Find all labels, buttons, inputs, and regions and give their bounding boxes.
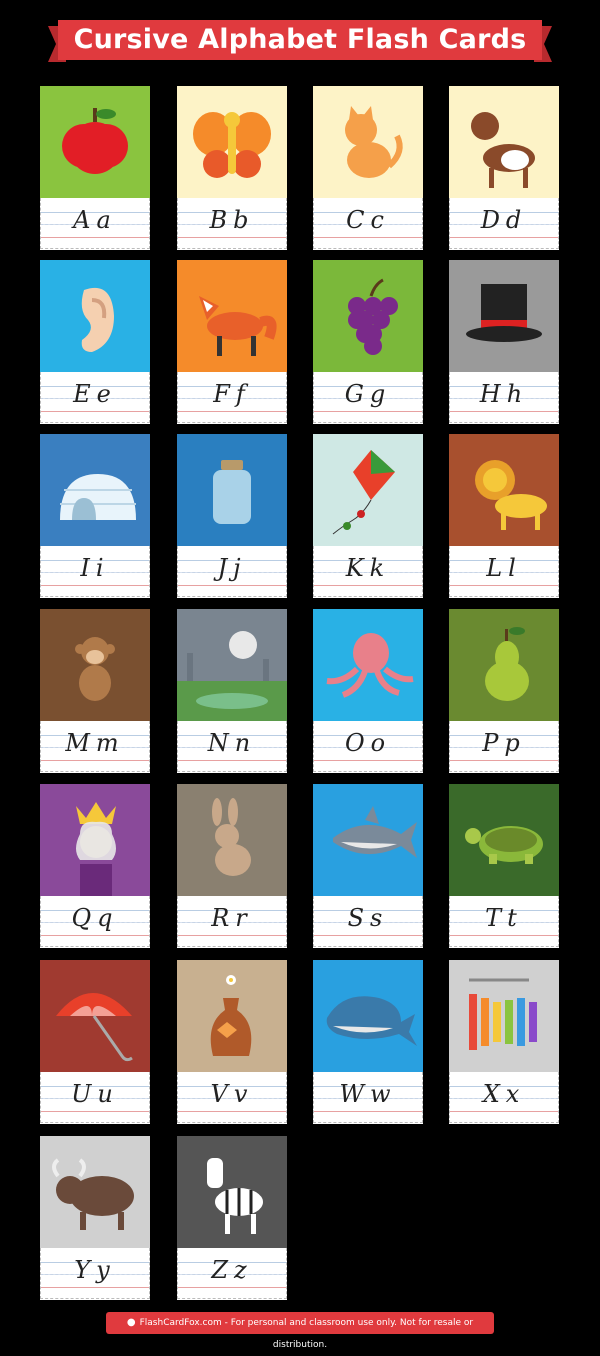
zebra-icon <box>177 1136 287 1248</box>
flash-card-x: Xx <box>449 960 559 1124</box>
rabbit-icon <box>177 784 287 896</box>
flash-card-r: Rr <box>177 784 287 948</box>
cursive-letter: Ii <box>80 554 110 582</box>
ear-icon <box>40 260 150 372</box>
cursive-letter: Kk <box>345 554 391 582</box>
flash-card-o: Oo <box>313 609 423 773</box>
page-title: Cursive Alphabet Flash Cards <box>73 24 527 55</box>
vase-icon <box>177 960 287 1072</box>
cursive-letter: Tt <box>485 904 523 932</box>
cursive-letter: Vv <box>210 1080 254 1108</box>
flash-card-a: Aa <box>40 86 150 250</box>
cursive-letter: Ww <box>339 1080 397 1108</box>
umbrella-icon <box>40 960 150 1072</box>
flash-card-z: Zz <box>177 1136 287 1300</box>
monkey-icon <box>40 609 150 721</box>
cursive-letter: Pp <box>482 729 526 757</box>
kite-icon <box>313 434 423 546</box>
cursive-letter: Yy <box>74 1256 116 1284</box>
cursive-letter: Rr <box>211 904 253 932</box>
cursive-letter: Ss <box>347 904 389 932</box>
cursive-letter: Jj <box>217 554 247 582</box>
flash-card-d: Dd <box>449 86 559 250</box>
cursive-letter: Bb <box>209 206 255 234</box>
cursive-letter: Ff <box>213 380 251 408</box>
flash-card-w: Ww <box>313 960 423 1124</box>
cursive-letter: Oo <box>344 729 392 757</box>
cursive-letter: Nn <box>207 729 257 757</box>
flash-card-g: Gg <box>313 260 423 424</box>
jar-icon <box>177 434 287 546</box>
title-banner: Cursive Alphabet Flash Cards <box>48 18 552 66</box>
cursive-letter: Mm <box>65 729 125 757</box>
flash-card-p: Pp <box>449 609 559 773</box>
fox-icon <box>177 260 287 372</box>
flash-card-h: Hh <box>449 260 559 424</box>
night-icon <box>177 609 287 721</box>
flash-card-q: Qq <box>40 784 150 948</box>
cursive-letter: Ee <box>73 380 117 408</box>
flash-card-y: Yy <box>40 1136 150 1300</box>
cursive-letter: Gg <box>344 380 392 408</box>
flash-card-k: Kk <box>313 434 423 598</box>
paw-icon: ● <box>126 1317 136 1328</box>
cursive-letter: Aa <box>73 206 117 234</box>
butterfly-icon <box>177 86 287 198</box>
grapes-icon <box>313 260 423 372</box>
whale-icon <box>313 960 423 1072</box>
cat-icon <box>313 86 423 198</box>
footer-text: FlashCardFox.com - For personal and clas… <box>139 1318 474 1350</box>
flash-card-c: Cc <box>313 86 423 250</box>
flash-card-v: Vv <box>177 960 287 1124</box>
pear-icon <box>449 609 559 721</box>
cursive-letter: Cc <box>346 206 390 234</box>
apple-icon <box>40 86 150 198</box>
flash-card-l: Ll <box>449 434 559 598</box>
flash-card-b: Bb <box>177 86 287 250</box>
flash-card-t: Tt <box>449 784 559 948</box>
octopus-icon <box>313 609 423 721</box>
cursive-letter: Xx <box>482 1080 526 1108</box>
turtle-icon <box>449 784 559 896</box>
flash-card-s: Ss <box>313 784 423 948</box>
flash-card-i: Ii <box>40 434 150 598</box>
queen-icon <box>40 784 150 896</box>
lion-icon <box>449 434 559 546</box>
flash-card-m: Mm <box>40 609 150 773</box>
footer-banner: ● FlashCardFox.com - For personal and cla… <box>106 1312 494 1350</box>
flash-card-f: Ff <box>177 260 287 424</box>
igloo-icon <box>40 434 150 546</box>
hat-icon <box>449 260 559 372</box>
cursive-letter: Hh <box>479 380 529 408</box>
cursive-letter: Ll <box>486 554 522 582</box>
flash-card-u: Uu <box>40 960 150 1124</box>
shark-icon <box>313 784 423 896</box>
cursive-letter: Qq <box>71 904 119 932</box>
flash-card-e: Ee <box>40 260 150 424</box>
cursive-letter: Uu <box>71 1080 119 1108</box>
xylophone-icon <box>449 960 559 1072</box>
flash-card-j: Jj <box>177 434 287 598</box>
yak-icon <box>40 1136 150 1248</box>
cursive-letter: Dd <box>480 206 528 234</box>
dog-icon <box>449 86 559 198</box>
flash-card-n: Nn <box>177 609 287 773</box>
cursive-letter: Zz <box>211 1256 253 1284</box>
